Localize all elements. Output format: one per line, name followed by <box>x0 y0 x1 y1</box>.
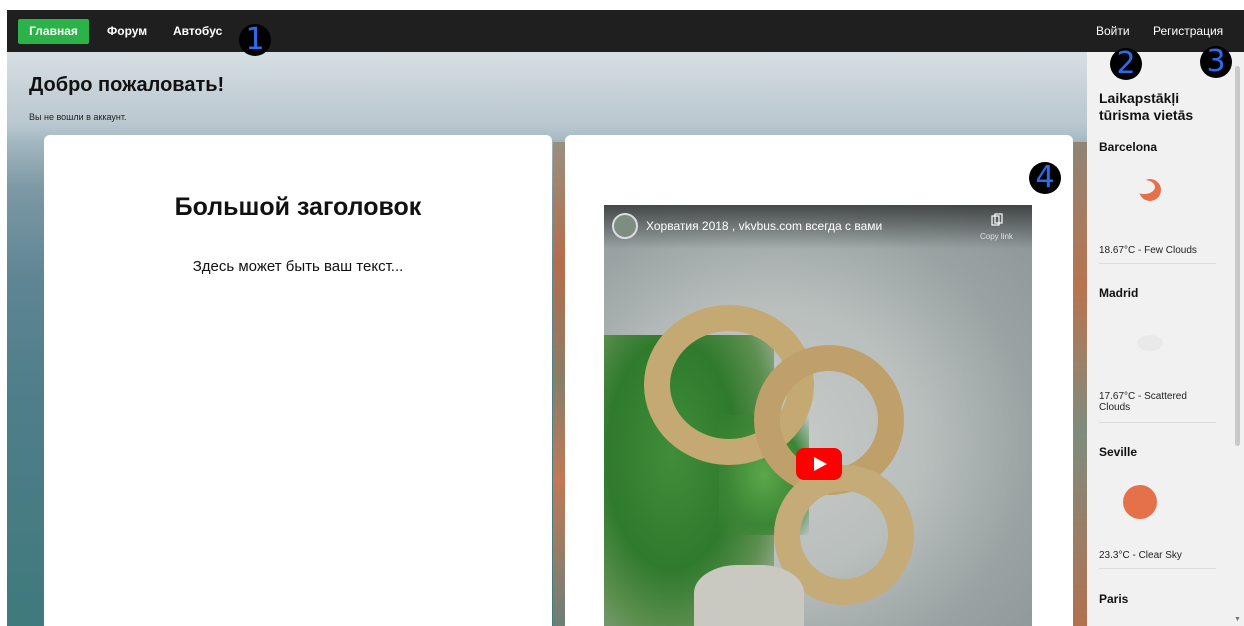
youtube-video-embed[interactable]: Хорватия 2018 , vkvbus.com всегда с вами… <box>604 205 1032 626</box>
weather-sidebar: Laikapstākļi tūrisma vietās Barcelona 18… <box>1087 52 1244 626</box>
copy-link-label[interactable]: Copy link <box>980 232 1013 241</box>
channel-avatar[interactable] <box>612 213 638 239</box>
divider <box>1099 263 1216 264</box>
annotation-marker-3: 3 <box>1200 46 1232 78</box>
text-card: Большой заголовок Здесь может быть ваш т… <box>44 135 552 626</box>
weather-info: 23.3°C - Clear Sky <box>1099 550 1182 561</box>
divider <box>1099 422 1216 423</box>
welcome-title: Добро пожаловать! <box>29 74 225 96</box>
play-button[interactable] <box>796 448 842 480</box>
nav-forum-link[interactable]: Форум <box>107 19 147 44</box>
nav-bus-link[interactable]: Автобус <box>173 19 222 44</box>
big-heading: Большой заголовок <box>174 193 422 221</box>
background-sky <box>7 52 1087 142</box>
weather-info: 17.67°C - Scattered Clouds <box>1099 391 1187 413</box>
top-navbar: Главная Форум Автобус Войти Регистрация <box>7 10 1244 52</box>
video-title[interactable]: Хорватия 2018 , vkvbus.com всегда с вами <box>646 219 882 233</box>
weather-info: 18.67°C - Few Clouds <box>1099 245 1197 256</box>
video-card: Хорватия 2018 , vkvbus.com всегда с вами… <box>565 135 1073 626</box>
register-link[interactable]: Регистрация <box>1153 19 1223 44</box>
few-clouds-icon <box>1133 179 1161 201</box>
city-name: Paris <box>1099 592 1129 606</box>
city-name: Madrid <box>1099 286 1139 300</box>
annotation-marker-4: 4 <box>1029 162 1061 194</box>
sidebar-scrollbar[interactable] <box>1235 66 1240 446</box>
weather-title: Laikapstākļi tūrisma vietās <box>1099 90 1194 123</box>
browser-viewport: Главная Форум Автобус Войти Регистрация … <box>7 10 1244 626</box>
login-status-text: Вы не вошли в аккаунт. <box>29 112 127 122</box>
copy-link-icon[interactable] <box>991 213 1003 227</box>
clear-sky-icon <box>1123 485 1157 519</box>
city-name: Barcelona <box>1099 140 1158 154</box>
scattered-clouds-icon <box>1137 335 1163 351</box>
annotation-marker-1: 1 <box>239 24 271 56</box>
divider <box>1099 568 1216 569</box>
card-text: Здесь может быть ваш текст... <box>192 258 404 275</box>
video-path <box>694 565 804 626</box>
scroll-down-icon[interactable]: ▼ <box>1234 616 1241 623</box>
annotation-marker-2: 2 <box>1110 48 1142 80</box>
video-title-bar: Хорватия 2018 , vkvbus.com всегда с вами… <box>604 205 1032 249</box>
login-link[interactable]: Войти <box>1096 19 1130 44</box>
nav-home-button[interactable]: Главная <box>18 19 89 44</box>
city-name: Seville <box>1099 445 1138 459</box>
